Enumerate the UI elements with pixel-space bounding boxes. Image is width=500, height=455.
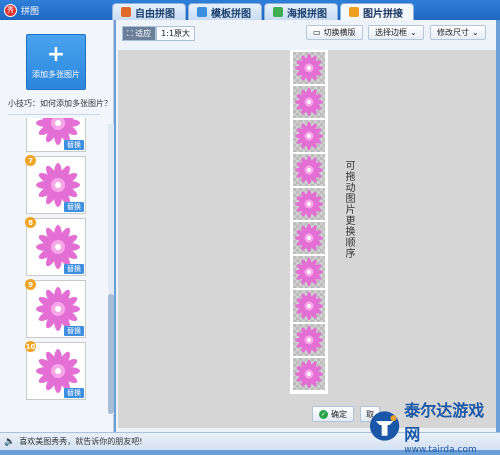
tab-poster-collage[interactable]: 海报拼图 [264, 3, 338, 20]
tip-link[interactable]: 小技巧：如何添加多张图片？ [8, 98, 112, 109]
stitched-cell[interactable] [293, 52, 325, 84]
sidebar: + 添加多张图片 小技巧：如何添加多张图片？ 替换 7 替换 8 替换 9 替换… [0, 20, 114, 432]
template-collage-icon [197, 7, 207, 17]
flower-image [294, 359, 324, 389]
ok-button[interactable]: ✓ 确定 [312, 406, 354, 422]
order-badge: 10 [25, 341, 36, 352]
stitched-cell[interactable] [293, 154, 325, 186]
check-icon: ✓ [319, 409, 328, 419]
watermark-logo-icon [369, 411, 400, 441]
thumbnail[interactable]: 10 替换 [25, 341, 86, 400]
thumbnail[interactable]: 8 替换 [25, 217, 86, 276]
watermark: 泰尔达游戏网 www.tairda.com [368, 401, 498, 455]
order-badge: 8 [25, 217, 36, 228]
drag-hint: 可拖动图片更换顺序 [343, 160, 354, 259]
stitched-cell[interactable] [293, 120, 325, 152]
tab-template-collage[interactable]: 模板拼图 [188, 3, 262, 20]
plus-icon: + [46, 41, 66, 67]
thumbnail-list: 替换 7 替换 8 替换 9 替换 10 替换 [0, 118, 112, 432]
chevron-down-icon: ⌄ [410, 28, 417, 37]
thumbnail[interactable]: 7 替换 [25, 155, 86, 214]
replace-button[interactable]: 替换 [64, 202, 84, 212]
window-title: 拼图 [21, 6, 40, 17]
stitched-image-strip[interactable] [290, 50, 328, 394]
stitched-cell[interactable] [293, 290, 325, 322]
switch-orientation-button[interactable]: ▭ 切换横版 [306, 25, 363, 40]
flower-image [294, 121, 324, 151]
zoom-group: ⛶ 适应 1:1原大 [122, 26, 196, 41]
free-collage-icon [121, 7, 131, 17]
tab-image-stitch[interactable]: 图片拼接 [340, 3, 414, 20]
mode-tabs: 自由拼图 模板拼图 海报拼图 图片拼接 [112, 3, 414, 20]
flower-image [294, 53, 324, 83]
stitched-cell[interactable] [293, 222, 325, 254]
flower-image [294, 257, 324, 287]
fit-icon: ⛶ [127, 28, 136, 38]
watermark-url: www.tairda.com [404, 445, 477, 455]
stitched-cell[interactable] [293, 324, 325, 356]
orientation-icon: ▭ [313, 28, 321, 37]
status-text[interactable]: 喜欢美图秀秀，就告诉你的朋友吧! [19, 436, 142, 447]
stitched-cell[interactable] [293, 188, 325, 220]
speaker-icon: 🔈 [4, 436, 16, 447]
flower-image [294, 87, 324, 117]
poster-collage-icon [273, 7, 283, 17]
replace-button[interactable]: 替换 [64, 264, 84, 274]
image-stitch-icon [349, 7, 359, 17]
resize-button[interactable]: 修改尺寸 ⌄ [430, 25, 486, 40]
replace-button[interactable]: 替换 [64, 326, 84, 336]
app-logo-icon: 秀 [4, 3, 17, 17]
thumbnail[interactable]: 9 替换 [25, 279, 86, 338]
add-images-label: 添加多张图片 [32, 69, 80, 79]
stitched-cell[interactable] [293, 256, 325, 288]
flower-image [294, 155, 324, 185]
replace-button[interactable]: 替换 [64, 388, 84, 398]
sidebar-scrollbar[interactable] [108, 124, 114, 414]
fit-view-button[interactable]: ⛶ 适应 [122, 26, 157, 41]
add-images-button[interactable]: + 添加多张图片 [26, 34, 86, 90]
divider [8, 114, 100, 115]
scrollbar-thumb[interactable] [108, 294, 114, 414]
watermark-title: 泰尔达游戏网 [404, 401, 485, 444]
flower-image [294, 325, 324, 355]
chevron-down-icon: ⌄ [472, 28, 479, 37]
stitched-cell[interactable] [293, 86, 325, 118]
tab-free-collage[interactable]: 自由拼图 [112, 3, 186, 20]
select-border-button[interactable]: 选择边框 ⌄ [368, 25, 424, 40]
order-badge: 9 [25, 279, 36, 290]
toolbar: ⛶ 适应 1:1原大 ▭ 切换横版 选择边框 ⌄ 修改尺寸 ⌄ [116, 20, 496, 46]
order-badge: 7 [25, 155, 36, 166]
flower-image [294, 291, 324, 321]
canvas: 可拖动图片更换顺序 [118, 50, 496, 428]
stitched-cell[interactable] [293, 358, 325, 390]
flower-image [294, 223, 324, 253]
flower-image [294, 189, 324, 219]
replace-button[interactable]: 替换 [64, 140, 84, 150]
thumbnail[interactable]: 替换 [26, 118, 86, 152]
main-panel: ⛶ 适应 1:1原大 ▭ 切换横版 选择边框 ⌄ 修改尺寸 ⌄ 可拖动图片更换顺… [116, 20, 496, 432]
original-size-button[interactable]: 1:1原大 [156, 26, 196, 41]
